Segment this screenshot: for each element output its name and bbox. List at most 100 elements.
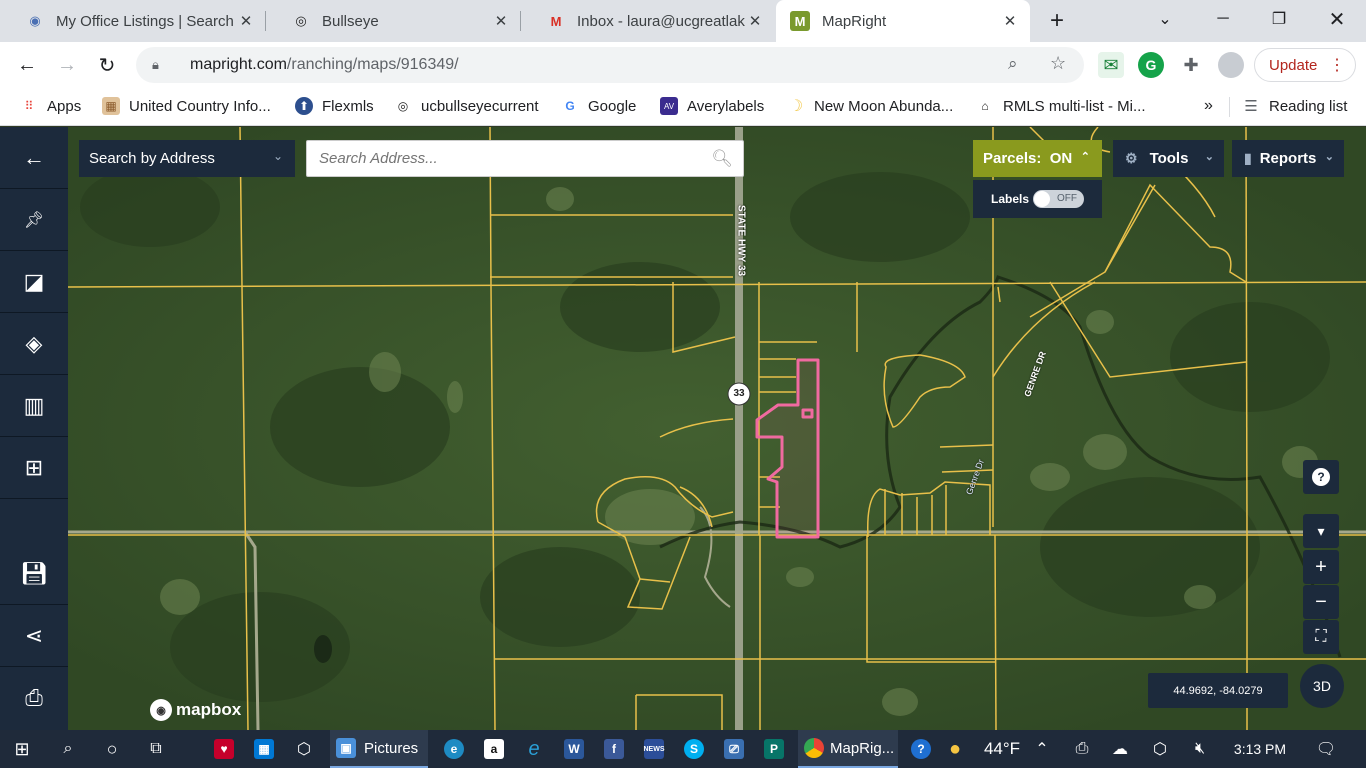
reload-icon[interactable]: ↻ [91,49,123,81]
close-tab-icon[interactable]: ✕ [745,12,765,30]
address-search-input[interactable] [307,141,687,176]
new-tab-button[interactable]: + [1034,2,1080,40]
google-icon: G [565,99,575,113]
pin-icon[interactable]: 📌︎ [0,189,68,251]
profile-avatar-icon[interactable] [1218,52,1244,78]
mapbox-label: mapbox [176,700,242,719]
back-arrow-icon[interactable]: ← [11,49,43,81]
url-path: /ranching/maps/916349/ [286,56,459,73]
taskbar-pictures[interactable]: ▣ Pictures [330,730,428,768]
tab-mapright[interactable]: M MapRight ✕ [776,0,1030,42]
zoom-out-button[interactable]: − [1303,585,1339,619]
close-tab-icon[interactable]: ✕ [491,12,511,30]
cortana-icon[interactable]: ○ [92,730,132,768]
help-icon[interactable]: ? [903,730,939,768]
iheart-icon[interactable]: ♥ [204,730,244,768]
toggle-3d-button[interactable]: 3D [1300,664,1344,708]
reports-dropdown[interactable]: ▮ Reports ⌄ [1232,140,1344,177]
parcels-state: ON [1049,150,1073,167]
address-bar[interactable]: 🔒︎ mapright.com/ranching/maps/916349/ ⌕ … [136,47,1084,83]
mapbox-attribution[interactable]: ◉ mapbox [150,698,241,722]
tab-search-chevron-icon[interactable]: ⌄ [1142,0,1188,38]
fullscreen-button[interactable]: ⛶ [1303,620,1339,654]
bookmark-united-country[interactable]: ▦ United Country Info... [102,88,271,124]
extension-mail-icon[interactable]: ✉ [1098,52,1124,78]
tools-dropdown[interactable]: ⚙ Tools ⌄ [1113,140,1224,177]
edge-icon[interactable]: e [434,730,474,768]
store-icon[interactable]: ▦ [244,730,284,768]
fullscreen-icon: ⛶ [1315,628,1327,645]
taskbar-chrome-mapright[interactable]: MapRig... [798,730,898,768]
road-label-hwy: STATE HWY 33 [735,204,747,277]
news-icon[interactable]: NEWS [634,730,674,768]
zoom-in-button[interactable]: + [1303,550,1339,584]
temperature[interactable]: 44°F [972,730,1032,768]
compass-button[interactable]: ▾ [1303,514,1339,548]
bookmark-flexmls[interactable]: ⬆ Flexmls [295,88,374,124]
show-hidden-icons-chevron-icon[interactable]: ⌃ [1030,730,1054,768]
tab-inbox[interactable]: M Inbox - laura@ucgreatlake ✕ [521,0,775,42]
zoom-icon[interactable]: ⌕ [1008,54,1018,74]
onedrive-icon[interactable]: ☁ [1106,730,1134,768]
help-button[interactable]: ? [1303,460,1339,494]
word-icon[interactable]: W [554,730,594,768]
weather-sun-icon[interactable]: ● [940,730,970,768]
tab-title: Bullseye [322,12,379,30]
scanner-icon[interactable]: ⎚ [714,730,754,768]
close-window-icon[interactable]: ✕ [1314,0,1360,38]
bookmarks-overflow-button[interactable]: » [1204,88,1213,124]
reading-list-button[interactable]: ☰ Reading list [1242,88,1347,124]
forward-arrow-icon[interactable]: → [51,49,83,81]
search-icon[interactable]: ⌕ [48,730,88,768]
save-icon[interactable]: 💾︎ [0,543,68,605]
publisher-icon[interactable]: P [754,730,794,768]
bookmark-label: United Country Info... [129,97,271,115]
chrome-icon [804,738,824,758]
browser-tab-strip: ◉ My Office Listings | Search ✕ ◎ Bullse… [0,0,1366,42]
back-arrow-icon[interactable]: ← [0,127,68,189]
map-canvas[interactable]: STATE HWY 33 33 GENRE DR Genre Dr ← 📌︎ ◪… [0,127,1366,730]
facebook-icon[interactable]: f [594,730,634,768]
bookmark-rmls[interactable]: ⌂ RMLS multi-list - Mi... [976,88,1145,124]
share-icon[interactable]: ⋖ [0,605,68,667]
search-icon[interactable]: 🔍︎ [711,149,733,169]
windows-start-icon[interactable]: ⊞ [0,730,44,768]
print-icon[interactable]: ⎙ [0,667,68,729]
restore-icon[interactable]: ❐ [1256,0,1302,38]
volume-muted-icon[interactable]: 🔇︎ [1186,730,1214,768]
layers-icon[interactable]: ◈ [0,313,68,375]
map-icon[interactable]: ▥ [0,375,68,437]
search-mode-dropdown[interactable]: Search by Address ⌄ [79,140,295,177]
amazon-icon[interactable]: a [474,730,514,768]
tab-my-office-listings[interactable]: ◉ My Office Listings | Search ✕ [0,0,266,42]
update-button[interactable]: Update ⋮ [1254,48,1356,82]
bookmark-averylabels[interactable]: AV Averylabels [660,88,764,124]
parcels-toggle-button[interactable]: Parcels: ON ⌃ [973,140,1102,177]
extensions-puzzle-icon[interactable]: ✚ [1178,52,1204,78]
tab-bullseye[interactable]: ◎ Bullseye ✕ [266,0,521,42]
labels-toggle[interactable]: OFF [1033,190,1084,208]
internet-explorer-icon[interactable]: e [514,730,554,768]
close-tab-icon[interactable]: ✕ [1000,12,1020,30]
route-shield-label: 33 [733,388,745,399]
dropbox-icon[interactable]: ⬡ [284,730,324,768]
grammarly-icon[interactable]: G [1138,52,1164,78]
draw-shapes-icon[interactable]: ◪ [0,251,68,313]
task-view-icon[interactable]: ⧉ [136,730,176,768]
bookmark-google[interactable]: G Google [561,88,636,124]
close-tab-icon[interactable]: ✕ [236,12,256,30]
bookmark-ucbullseyecurrent[interactable]: ◎ ucbullseyecurrent [394,88,539,124]
menu-dots-icon[interactable]: ⋮ [1329,55,1345,75]
notifications-icon[interactable]: 🗨︎ [1308,730,1344,768]
add-layer-icon[interactable]: ⊞ [0,437,68,499]
bookmark-star-icon[interactable]: ☆ [1050,53,1066,74]
minimize-icon[interactable]: ─ [1200,0,1246,38]
skype-icon[interactable]: S [674,730,714,768]
lock-icon: 🔒︎ [152,57,159,72]
clock-time[interactable]: 3:13 PM [1222,730,1298,768]
bookmark-new-moon[interactable]: ☽ New Moon Abunda... [787,88,953,124]
bookmark-apps[interactable]: ⠿ Apps [20,88,82,124]
dropbox-tray-icon[interactable]: ⬡ [1146,730,1174,768]
united-country-icon: ▦ [102,97,120,115]
meet-now-icon[interactable]: ⎙ [1068,730,1096,768]
